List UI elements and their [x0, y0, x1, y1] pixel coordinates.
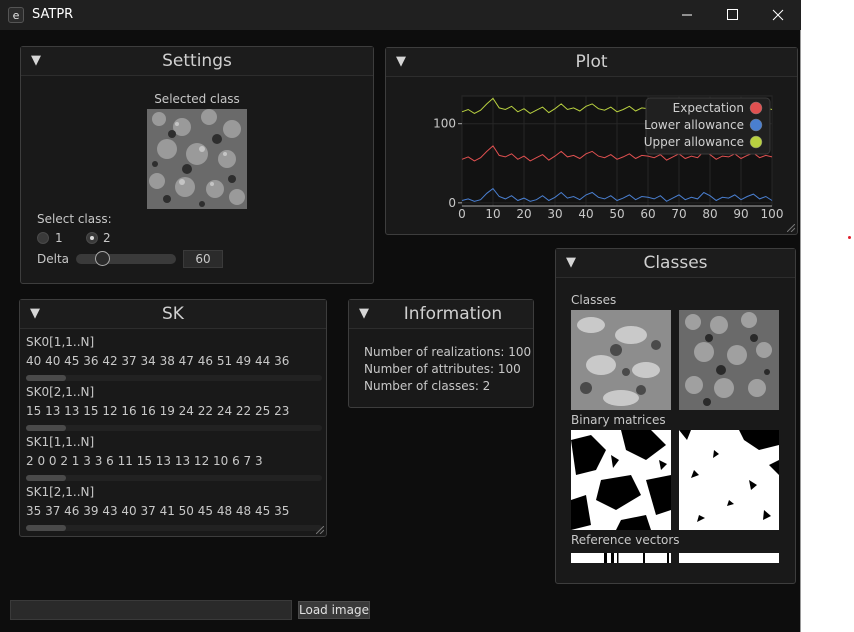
resize-grip-icon[interactable]: [787, 224, 795, 232]
class-radio-1-label: 1: [55, 231, 63, 245]
y-tick-label: 100: [433, 117, 456, 131]
legend-label: Upper allowance: [644, 135, 744, 149]
sk-row-values: 2 0 0 2 1 3 3 6 11 15 13 13 12 10 6 7 3: [26, 454, 263, 468]
settings-title: Settings: [162, 51, 232, 71]
sk-row-scrollbar[interactable]: [26, 375, 322, 381]
x-tick-label: 100: [761, 207, 784, 221]
info-line-realizations: Number of realizations: 100: [364, 345, 532, 359]
sk-row-values: 40 40 45 36 42 37 34 38 47 46 51 49 44 3…: [26, 354, 290, 368]
info-line-classes: Number of classes: 2: [364, 379, 491, 393]
sk-row-label: SK1[1,1..N]: [26, 435, 95, 449]
sk-row-values: 35 37 46 39 43 40 37 41 50 45 48 48 45 3…: [26, 504, 290, 518]
sk-row-scrollbar[interactable]: [26, 425, 322, 431]
maximize-icon: [727, 9, 738, 20]
classes-panel: ▼ Classes Classes Binary matrices Refere…: [555, 248, 796, 584]
delta-slider[interactable]: [76, 254, 176, 264]
sk-row-values: 15 13 13 15 12 16 16 19 24 22 24 22 25 2…: [26, 404, 290, 418]
class-2-image: [679, 310, 779, 410]
x-tick-label: 20: [516, 207, 531, 221]
class-radio-2[interactable]: [86, 232, 98, 244]
x-tick-label: 60: [640, 207, 655, 221]
plot-panel-header[interactable]: ▼ Plot: [386, 48, 797, 77]
plot-title: Plot: [575, 52, 608, 72]
sk-panel-header[interactable]: ▼ SK: [20, 300, 326, 329]
information-panel-header[interactable]: ▼ Information: [349, 300, 533, 329]
close-icon: [772, 9, 784, 21]
cursor-dot: [848, 236, 851, 239]
class-radio-1[interactable]: [37, 232, 49, 244]
legend-label: Lower allowance: [644, 118, 744, 132]
binary-matrix-1-image: [571, 430, 671, 530]
selected-class-label: Selected class: [154, 92, 240, 106]
x-tick-label: 30: [547, 207, 562, 221]
load-image-button[interactable]: Load image: [298, 601, 370, 619]
maximize-button[interactable]: [710, 0, 756, 30]
sk-row-scrollbar[interactable]: [26, 525, 322, 531]
collapse-triangle-icon[interactable]: ▼: [359, 306, 369, 321]
legend-label: Expectation: [673, 101, 744, 115]
y-tick-label: 0: [448, 196, 456, 210]
settings-panel: ▼ Settings Selected class Select class: …: [20, 46, 374, 284]
minimize-button[interactable]: [664, 0, 710, 30]
sk-title: SK: [162, 304, 184, 324]
scrollbar-thumb[interactable]: [26, 525, 66, 531]
scrollbar-thumb[interactable]: [26, 375, 66, 381]
window-title: SATPR: [32, 7, 74, 22]
sk-row-label: SK0[1,1..N]: [26, 335, 95, 349]
image-path-input[interactable]: [10, 600, 292, 620]
minimize-icon: [682, 14, 692, 16]
app-window: e SATPR ▼ Settings Selected class Select…: [0, 0, 801, 632]
selected-class-image: [147, 109, 247, 209]
binary-matrices-label: Binary matrices: [571, 413, 666, 427]
delta-label: Delta: [37, 252, 70, 266]
plot-panel: ▼ Plot 0 10 20 30 40 50 60 70 80 90 100 0 100 Expecta…: [385, 47, 798, 235]
classes-title: Classes: [643, 253, 708, 273]
reference-vectors-label: Reference vectors: [571, 533, 680, 547]
app-icon: e: [8, 7, 24, 23]
x-tick-label: 70: [671, 207, 686, 221]
reference-vector-2: [679, 553, 779, 563]
binary-matrix-2-image: [679, 430, 779, 530]
resize-grip-icon[interactable]: [316, 526, 324, 534]
delta-value-field[interactable]: 60: [183, 250, 223, 268]
scrollbar-thumb[interactable]: [26, 475, 66, 481]
reference-vector-1: [571, 553, 671, 563]
class-1-image: [571, 310, 671, 410]
plot-chart[interactable]: 0 10 20 30 40 50 60 70 80 90 100 0 100 Expectation Low…: [426, 92, 790, 232]
close-button[interactable]: [755, 0, 801, 30]
information-panel: ▼ Information Number of realizations: 10…: [348, 299, 534, 408]
settings-panel-header[interactable]: ▼ Settings: [21, 47, 373, 76]
info-line-attributes: Number of attributes: 100: [364, 362, 521, 376]
sk-row-scrollbar[interactable]: [26, 475, 322, 481]
delta-slider-handle[interactable]: [95, 251, 110, 266]
x-tick-label: 80: [702, 207, 717, 221]
x-tick-label: 50: [609, 207, 624, 221]
select-class-label: Select class:: [37, 212, 112, 226]
legend-swatch: [749, 135, 763, 149]
sk-row-label: SK0[2,1..N]: [26, 385, 95, 399]
sk-panel: ▼ SK SK0[1,1..N] 40 40 45 36 42 37 34 38…: [19, 299, 327, 537]
title-bar: e SATPR: [0, 0, 801, 30]
x-tick-label: 90: [733, 207, 748, 221]
x-tick-label: 40: [578, 207, 593, 221]
information-title: Information: [403, 304, 503, 324]
x-tick-label: 10: [485, 207, 500, 221]
classes-section-label: Classes: [571, 293, 617, 307]
scrollbar-thumb[interactable]: [26, 425, 66, 431]
classes-panel-header[interactable]: ▼ Classes: [556, 249, 795, 278]
class-radio-2-label: 2: [103, 231, 111, 245]
sk-row-label: SK1[2,1..N]: [26, 485, 95, 499]
legend-swatch: [749, 101, 763, 115]
legend-swatch: [749, 118, 763, 132]
x-tick-label: 0: [458, 207, 466, 221]
